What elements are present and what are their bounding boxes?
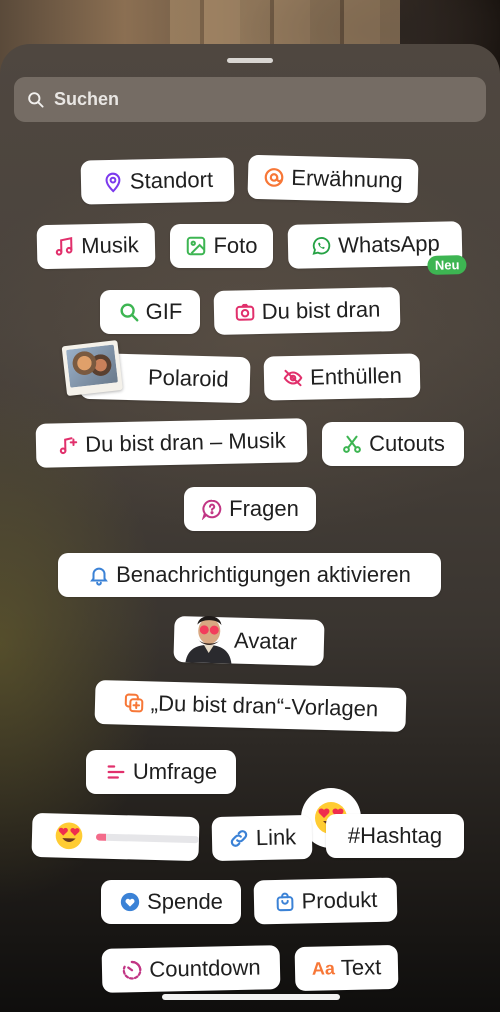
eye-slash-icon bbox=[283, 369, 303, 387]
sticker-label: Foto bbox=[213, 233, 258, 258]
sticker-polaroid[interactable]: Polaroid bbox=[61, 340, 251, 404]
sticker-vorlagen[interactable]: „Du bist dran“-Vorlagen bbox=[94, 679, 407, 733]
sticker-produkt[interactable]: Produkt bbox=[253, 877, 398, 925]
sticker-label: Avatar bbox=[233, 627, 298, 655]
home-indicator[interactable] bbox=[162, 994, 340, 1000]
sticker-label: Du bist dran – Musik bbox=[84, 427, 286, 457]
camera-icon bbox=[235, 303, 255, 321]
sticker-standort[interactable]: Standort bbox=[80, 157, 235, 205]
sticker-label: GIF bbox=[145, 299, 183, 324]
polaroid-photo bbox=[61, 340, 123, 397]
sticker-cutouts[interactable]: Cutouts bbox=[322, 422, 464, 466]
heart-eyes-emoji bbox=[55, 822, 83, 850]
search-icon bbox=[120, 303, 139, 322]
sticker-du-bist-dran[interactable]: Du bist dran bbox=[213, 287, 401, 335]
sticker-countdown[interactable]: Countdown bbox=[101, 945, 281, 993]
sticker-label: Erwähnung bbox=[291, 164, 403, 193]
sticker-umfrage[interactable]: Umfrage bbox=[86, 750, 236, 794]
sticker-label: Spende bbox=[147, 889, 223, 914]
sticker-label: Standort bbox=[129, 166, 214, 194]
location-pin-icon bbox=[105, 172, 121, 193]
sticker-label: Cutouts bbox=[369, 431, 445, 456]
countdown-timer-icon bbox=[123, 960, 142, 980]
sticker-spende[interactable]: Spende bbox=[101, 880, 241, 924]
sticker-label: Musik bbox=[80, 232, 139, 259]
music-plus-icon bbox=[60, 437, 78, 455]
sticker-erwaehnung[interactable]: Erwähnung bbox=[247, 154, 419, 204]
search-input[interactable]: Suchen bbox=[14, 77, 486, 122]
sticker-label: WhatsApp bbox=[337, 230, 440, 258]
sticker-label: Link bbox=[255, 824, 297, 851]
sticker-gif[interactable]: GIF bbox=[100, 290, 200, 334]
shopping-bag-icon bbox=[276, 892, 294, 912]
sticker-musik[interactable]: Musik bbox=[36, 222, 156, 270]
new-badge: Neu bbox=[427, 255, 467, 275]
scissors-icon bbox=[343, 435, 361, 453]
sticker-label: Polaroid bbox=[147, 364, 230, 392]
sticker-text[interactable]: Aa Text bbox=[294, 944, 399, 992]
sticker-foto[interactable]: Foto bbox=[170, 224, 273, 268]
sticker-label: Countdown bbox=[149, 954, 261, 982]
sticker-label: #Hashtag bbox=[347, 823, 443, 848]
avatar-image bbox=[185, 615, 232, 664]
photo-icon bbox=[187, 236, 206, 256]
emoji-slider-sticker[interactable] bbox=[31, 812, 200, 862]
sticker-hashtag[interactable]: #Hashtag bbox=[326, 814, 464, 858]
sticker-avatar[interactable]: Avatar bbox=[173, 615, 325, 666]
sticker-label: Du bist dran bbox=[261, 296, 381, 324]
threads-at-icon bbox=[265, 168, 284, 187]
sticker-du-bist-dran-musik[interactable]: Du bist dran – Musik bbox=[35, 418, 308, 468]
slider-track[interactable] bbox=[95, 832, 200, 843]
text-aa-icon: Aa bbox=[311, 957, 336, 979]
search-placeholder: Suchen bbox=[54, 89, 120, 109]
sticker-link[interactable]: Link bbox=[211, 814, 313, 862]
sticker-tray: Suchen Standort Erwähnung Musik Foto Wha… bbox=[0, 44, 500, 1012]
sticker-label: Produkt bbox=[301, 886, 378, 914]
drag-handle[interactable] bbox=[227, 58, 273, 63]
link-icon bbox=[230, 830, 248, 847]
heart-donate-icon bbox=[120, 892, 140, 912]
search-icon bbox=[28, 92, 44, 108]
sticker-label: Fragen bbox=[229, 496, 299, 521]
sticker-enthuellen[interactable]: Enthüllen bbox=[263, 353, 421, 401]
sticker-label: Enthüllen bbox=[309, 362, 403, 390]
template-copy-icon bbox=[124, 693, 144, 713]
bell-icon bbox=[90, 567, 109, 586]
music-note-icon bbox=[56, 237, 73, 256]
sticker-label: „Du bist dran“-Vorlagen bbox=[150, 690, 379, 722]
sticker-label: Umfrage bbox=[132, 759, 218, 784]
sticker-label: Text bbox=[340, 954, 382, 981]
poll-lines-icon bbox=[107, 765, 125, 779]
sticker-label: Benachrichtigungen aktivieren bbox=[116, 562, 411, 587]
whatsapp-icon bbox=[312, 237, 331, 255]
sticker-benachrichtigungen[interactable]: Benachrichtigungen aktivieren bbox=[58, 553, 441, 597]
sticker-fragen[interactable]: Fragen bbox=[184, 487, 316, 531]
question-bubble-icon bbox=[202, 499, 222, 520]
sticker-whatsapp[interactable]: WhatsApp Neu bbox=[287, 221, 467, 275]
